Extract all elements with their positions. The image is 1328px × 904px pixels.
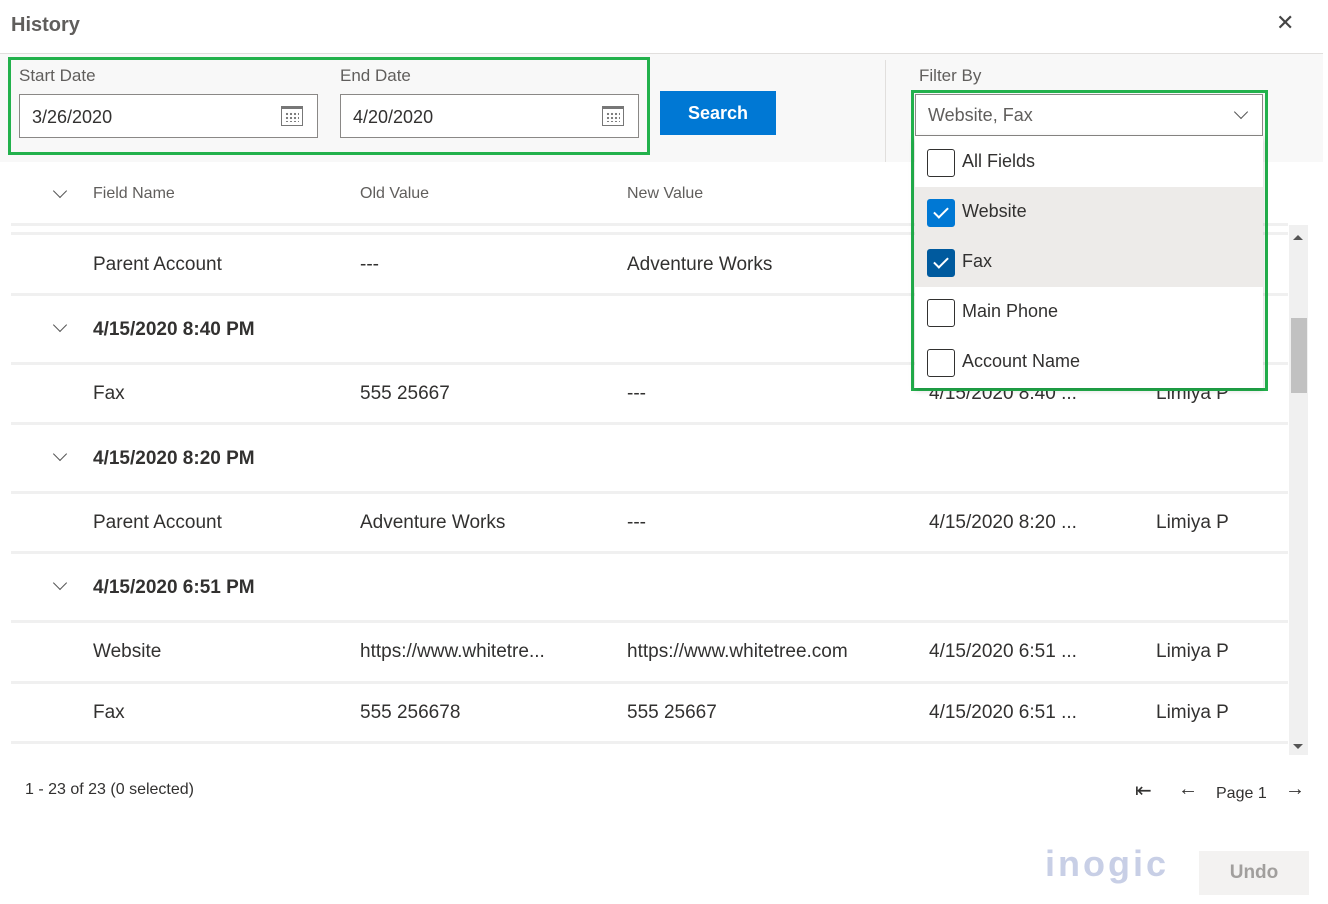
- checkbox[interactable]: [927, 199, 955, 227]
- checkbox[interactable]: [927, 249, 955, 277]
- changed-by: Limiya P: [1156, 641, 1229, 662]
- scroll-down-arrow-icon[interactable]: [1293, 744, 1303, 749]
- filter-by-label: Filter By: [919, 66, 982, 85]
- row-divider: [11, 620, 1288, 623]
- next-page-icon[interactable]: →: [1285, 778, 1305, 801]
- field-name: Fax: [93, 383, 125, 404]
- start-date-value: 3/26/2020: [32, 107, 113, 127]
- field-name: Website: [93, 641, 162, 662]
- column-header-new-value[interactable]: New Value: [627, 185, 703, 203]
- page-label: Page 1: [1216, 785, 1267, 802]
- old-value: ---: [360, 254, 379, 275]
- filter-by-select[interactable]: Website, Fax: [915, 94, 1263, 136]
- undo-button[interactable]: Undo: [1199, 851, 1309, 895]
- previous-page-icon[interactable]: ←: [1178, 778, 1198, 801]
- filter-option[interactable]: All Fields: [915, 137, 1263, 187]
- changed-on: 4/15/2020 6:51 ...: [929, 702, 1077, 723]
- divider: [885, 60, 886, 162]
- search-button[interactable]: Search: [660, 91, 776, 135]
- row-divider: [11, 681, 1288, 684]
- dialog-title: History: [11, 14, 80, 36]
- row-divider: [11, 422, 1288, 425]
- new-value: Adventure Works: [627, 254, 773, 275]
- end-date-value: 4/20/2020: [353, 107, 434, 127]
- table-row[interactable]: Fax 555 256678 555 25667 4/15/2020 6:51 …: [11, 700, 1288, 726]
- group-label: 4/15/2020 8:40 PM: [93, 319, 255, 340]
- checkbox[interactable]: [927, 149, 955, 177]
- changed-on: 4/15/2020 8:20 ...: [929, 512, 1077, 533]
- changed-on: 4/15/2020 6:51 ...: [929, 641, 1077, 662]
- group-row[interactable]: 4/15/2020 8:20 PM: [11, 446, 1288, 472]
- filter-option[interactable]: Fax: [915, 237, 1263, 287]
- filter-selected-value: Website, Fax: [928, 105, 1033, 125]
- old-value: Adventure Works: [360, 512, 506, 533]
- old-value: 555 25667: [360, 383, 450, 404]
- checkbox[interactable]: [927, 349, 955, 377]
- vertical-scrollbar[interactable]: [1289, 225, 1308, 755]
- checkbox[interactable]: [927, 299, 955, 327]
- calendar-icon[interactable]: [281, 106, 303, 126]
- filter-option[interactable]: Website: [915, 187, 1263, 237]
- filter-option[interactable]: Account Name: [915, 337, 1263, 387]
- scroll-up-arrow-icon[interactable]: [1293, 235, 1303, 240]
- scrollbar-thumb[interactable]: [1291, 318, 1307, 393]
- close-icon[interactable]: ✕: [1276, 10, 1294, 36]
- new-value: ---: [627, 512, 646, 533]
- option-label: Account Name: [962, 351, 1081, 371]
- option-label: All Fields: [962, 151, 1036, 171]
- inogic-logo-watermark: inogic: [1045, 843, 1169, 884]
- group-label: 4/15/2020 8:20 PM: [93, 448, 255, 469]
- group-label: 4/15/2020 6:51 PM: [93, 577, 255, 598]
- calendar-icon[interactable]: [602, 106, 624, 126]
- record-count: 1 - 23 of 23 (0 selected): [25, 781, 194, 798]
- new-value: https://www.whitetree.com: [627, 641, 848, 662]
- table-row[interactable]: Website https://www.whitetre... https://…: [11, 639, 1288, 665]
- group-collapse-chevron-icon[interactable]: [52, 575, 68, 591]
- start-date-input[interactable]: 3/26/2020: [19, 94, 318, 138]
- old-value: https://www.whitetre...: [360, 641, 545, 662]
- chevron-down-icon: [1233, 104, 1249, 120]
- group-collapse-chevron-icon[interactable]: [52, 446, 68, 462]
- field-name: Parent Account: [93, 512, 222, 533]
- column-header-old-value[interactable]: Old Value: [360, 185, 429, 203]
- column-header-field-name[interactable]: Field Name: [93, 185, 175, 203]
- row-divider: [11, 551, 1288, 554]
- group-row[interactable]: 4/15/2020 6:51 PM: [11, 575, 1288, 601]
- new-value: ---: [627, 383, 646, 404]
- first-page-icon[interactable]: ⇤: [1135, 778, 1152, 803]
- start-date-label: Start Date: [19, 66, 96, 85]
- field-name: Parent Account: [93, 254, 222, 275]
- changed-by: Limiya P: [1156, 702, 1229, 723]
- filter-option[interactable]: Main Phone: [915, 287, 1263, 337]
- group-collapse-chevron-icon[interactable]: [52, 317, 68, 333]
- option-label: Fax: [962, 251, 993, 271]
- row-divider: [11, 741, 1288, 744]
- row-divider: [11, 491, 1288, 494]
- option-label: Main Phone: [962, 301, 1059, 321]
- end-date-label: End Date: [340, 66, 411, 85]
- field-name: Fax: [93, 702, 125, 723]
- end-date-input[interactable]: 4/20/2020: [340, 94, 639, 138]
- new-value: 555 25667: [627, 702, 717, 723]
- filter-dropdown: All Fields Website Fax Main Phone Account Na…: [915, 136, 1263, 388]
- table-row[interactable]: Parent Account Adventure Works --- 4/15/…: [11, 510, 1288, 536]
- changed-by: Limiya P: [1156, 512, 1229, 533]
- collapse-all-chevron-icon[interactable]: [52, 183, 68, 199]
- old-value: 555 256678: [360, 702, 461, 723]
- option-label: Website: [962, 201, 1027, 221]
